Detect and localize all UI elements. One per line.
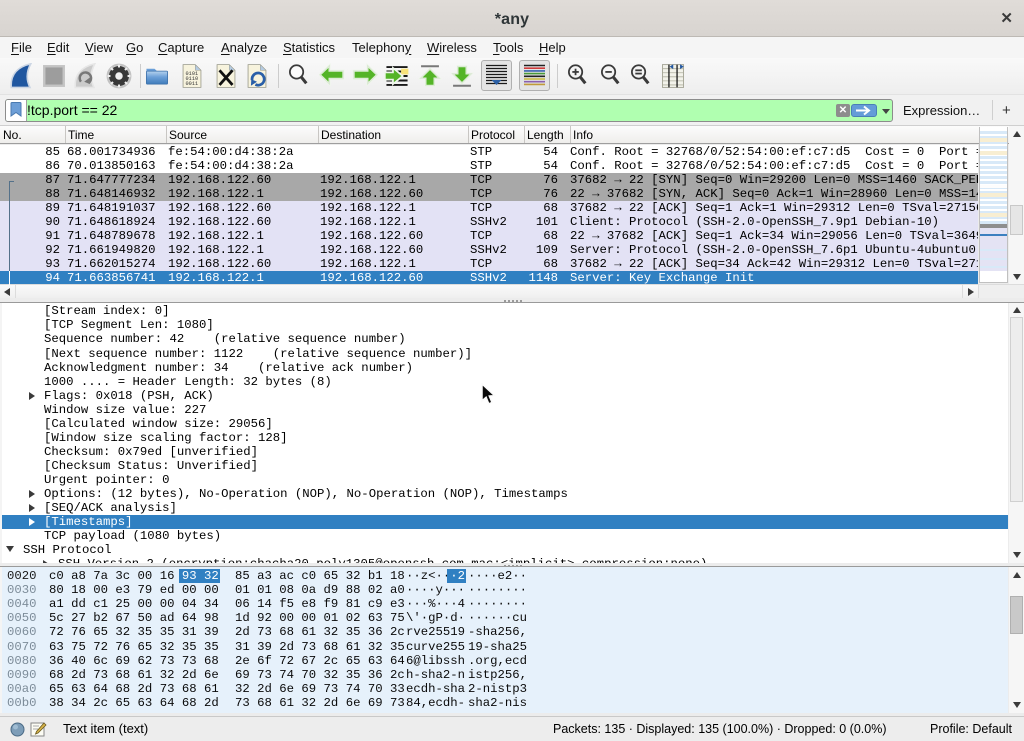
svg-text:0011: 0011 <box>186 81 199 87</box>
